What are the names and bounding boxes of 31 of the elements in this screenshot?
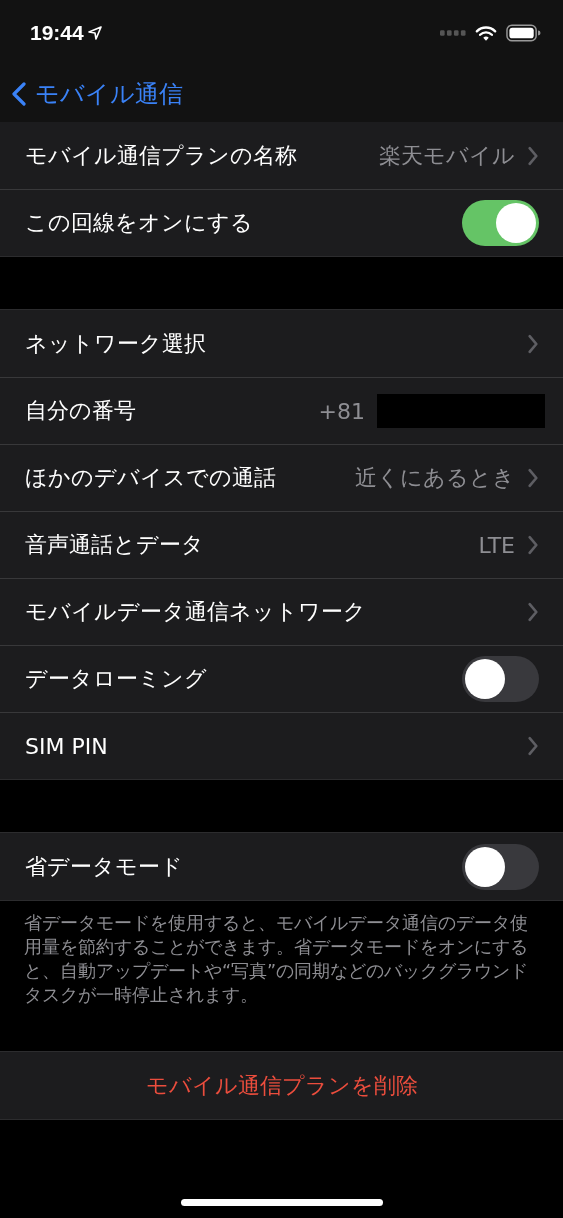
row-value: LTE [478, 532, 515, 558]
row-label: 音声通話とデータ [25, 531, 204, 559]
signal-icon [440, 30, 466, 36]
wifi-icon [475, 24, 497, 42]
location-arrow-icon [87, 26, 102, 40]
toggle-switch[interactable] [462, 200, 539, 246]
back-chevron-icon [12, 82, 26, 106]
row-label: SIM PIN [25, 733, 108, 759]
row-label: ネットワーク選択 [25, 329, 206, 358]
toggle-switch[interactable] [462, 656, 539, 702]
chevron-icon [527, 333, 539, 354]
battery-icon [506, 24, 541, 42]
clock-time: 19:44 [30, 21, 84, 45]
row-label: データローミング [25, 665, 207, 693]
chevron-icon [527, 535, 539, 555]
row-label: ほかのデバイスでの通話 [25, 464, 276, 492]
toggle-switch[interactable] [462, 843, 539, 890]
back-button[interactable]: モバイル通信 [12, 78, 183, 110]
row-label: 自分の番号 [25, 397, 136, 425]
row-value: 楽天モバイル [379, 141, 515, 170]
phone-number: +81 [318, 398, 365, 424]
row-label: モバイルデータ通信ネットワーク [25, 598, 366, 626]
chevron-icon [527, 145, 539, 166]
row-label: 省データモード [25, 852, 183, 881]
chevron-icon [527, 602, 539, 622]
chevron-icon [527, 736, 539, 756]
chevron-icon [527, 468, 539, 488]
row-label: モバイル通信プランの名称 [25, 141, 297, 170]
row-label: この回線をオンにする [25, 209, 253, 237]
footer-note: 省データモードを使用すると、モバイルデータ通信のデータ使用量を節約することができます。省データモードをオンにすると、自動アップデートや“写真”の同期などのバックグラウンドタスクが一時停止されます。 [23, 912, 530, 1007]
row-value: 近くにあるとき [355, 464, 515, 492]
